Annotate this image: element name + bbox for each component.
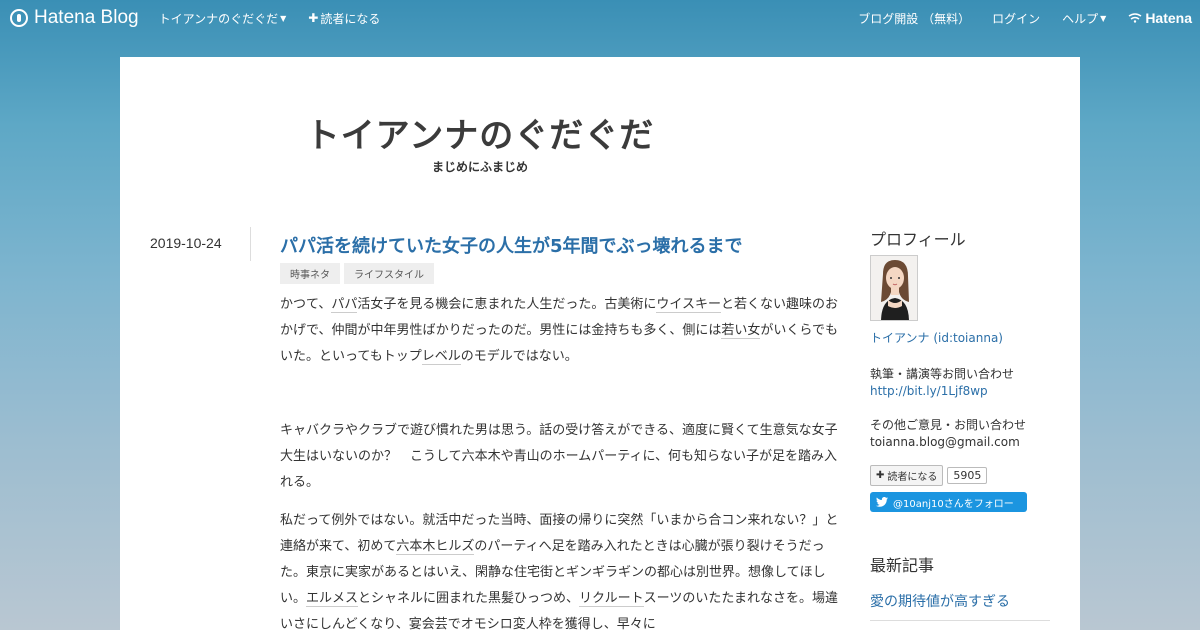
subscribe-label: 読者になる xyxy=(320,11,381,26)
keyword-link[interactable]: リクルート xyxy=(579,591,644,607)
text: 活女子を見る機会に恵まれた人生だった。古美術に xyxy=(357,297,657,312)
twitter-follow-label: @10anj10さんをフォロー xyxy=(893,498,1014,510)
caret-down-icon: ▼ xyxy=(280,13,287,23)
text: のモデルではない。 xyxy=(460,349,578,364)
contact1-label: 執筆・講演等お問い合わせ xyxy=(870,367,1015,381)
text: かつて、 xyxy=(280,297,332,312)
avatar-illustration xyxy=(871,256,917,320)
help-menu[interactable]: ヘルプ ▼ xyxy=(1062,10,1106,27)
hatena-logo-text: Hatena xyxy=(1145,10,1192,26)
open-blog-link[interactable]: ブログ開設 （無料） xyxy=(858,10,970,27)
contact1-link[interactable]: http://bit.ly/1Ljf8wp xyxy=(870,384,988,398)
twitter-follow-button[interactable]: @10anj10さんをフォロー xyxy=(870,492,1027,512)
contact2-email: toianna.blog@gmail.com xyxy=(870,435,1020,449)
caret-down-icon: ▼ xyxy=(1100,13,1107,23)
contact2-label: その他ご意見・お問い合わせ xyxy=(870,418,1027,432)
global-header: Hatena Blog トイアンナのぐだぐだ ▼ ✚ 読者になる ブログ開設 （… xyxy=(0,0,1200,36)
recent-posts-heading: 最新記事 xyxy=(870,556,935,575)
subscribe-button-label: 読者になる xyxy=(887,472,938,483)
date-divider xyxy=(250,227,251,261)
blog-title[interactable]: トイアンナのぐだぐだ xyxy=(0,108,960,157)
subscriber-count: 5905 xyxy=(947,467,988,484)
keyword-link[interactable]: パパ xyxy=(331,297,358,313)
profile-heading: プロフィール xyxy=(870,230,966,249)
login-link[interactable]: ログイン xyxy=(992,10,1040,27)
entry-paragraph: キャバクラやクラブで遊び慣れた男は思う。話の受け答えができる、適度に賢くて生意気… xyxy=(280,423,838,490)
hatena-logo[interactable]: Hatena xyxy=(1128,10,1192,26)
login-label: ログイン xyxy=(992,11,1041,26)
entry-paragraph: かつて、パパ活女子を見る機会に恵まれた人生だった。古美術にウイスキーと若くない趣… xyxy=(280,292,842,370)
blog-subtitle: まじめにふまじめ xyxy=(431,160,528,174)
twitter-bird-icon xyxy=(876,497,888,507)
entry-paragraph: 私だって例外ではない。就活中だった当時、面接の帰りに突然「いまから合コン来れない… xyxy=(280,508,842,630)
category-tag[interactable]: ライフスタイル xyxy=(344,263,434,284)
keyword-link[interactable]: 六本木ヒルズ xyxy=(396,539,475,555)
keyword-link[interactable]: ウイスキー xyxy=(656,297,722,313)
plus-icon: ✚ xyxy=(876,470,885,481)
profile-user-link[interactable]: トイアンナ (id:toianna) xyxy=(870,329,1003,346)
recent-divider xyxy=(870,620,1050,621)
hatena-blog-icon xyxy=(10,9,28,27)
help-label: ヘルプ xyxy=(1062,11,1099,26)
recent-post-link[interactable]: 愛の期待値が高すぎる xyxy=(870,591,1010,611)
keyword-link[interactable]: 若い女 xyxy=(721,323,761,339)
blog-menu-label: トイアンナのぐだぐだ xyxy=(158,11,279,26)
keyword-link[interactable]: レベル xyxy=(421,349,461,365)
brand-text: Hatena Blog xyxy=(34,7,139,28)
category-tag[interactable]: 時事ネタ xyxy=(280,263,340,284)
entry-categories: 時事ネタ ライフスタイル xyxy=(280,263,434,284)
subscribe-link[interactable]: ✚ 読者になる xyxy=(308,10,380,27)
subscribe-button[interactable]: ✚ 読者になる xyxy=(870,465,944,486)
keyword-link[interactable]: エルメス xyxy=(306,591,359,607)
entry-date[interactable]: 2019-10-24 xyxy=(150,235,222,251)
text: とシャネルに囲まれた黒髪ひっつめ、 xyxy=(358,591,580,606)
open-blog-label: ブログ開設 （無料） xyxy=(858,11,971,26)
blog-menu[interactable]: トイアンナのぐだぐだ ▼ xyxy=(159,10,287,27)
entry-title[interactable]: パパ活を続けていた女子の人生が5年間でぶっ壊れるまで xyxy=(280,232,743,258)
hatena-wave-icon xyxy=(1128,13,1142,23)
subscribe-widget: ✚ 読者になる 5905 xyxy=(870,465,988,486)
plus-icon: ✚ xyxy=(308,11,319,25)
profile-avatar[interactable] xyxy=(870,255,918,321)
hatena-blog-logo[interactable]: Hatena Blog xyxy=(10,7,139,29)
